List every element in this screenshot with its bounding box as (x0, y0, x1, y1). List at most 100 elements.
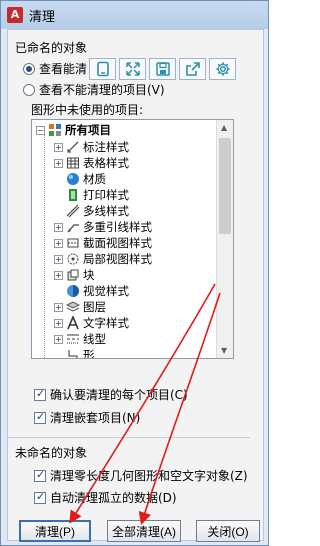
tree-item-label: 图层 (83, 300, 106, 314)
dimension-style-icon (66, 140, 80, 154)
tree-item-label: 视觉样式 (83, 284, 129, 298)
checkbox-indicator[interactable] (34, 410, 46, 424)
tree-item-section-view-styles[interactable]: + 截面视图样式 (54, 235, 152, 251)
tree-item-dimension-styles[interactable]: + 标注样式 (54, 139, 129, 155)
tree-item-table-styles[interactable]: + 表格样式 (54, 155, 129, 171)
mleader-style-icon (66, 220, 80, 234)
purge-zero-geometry-label: 清理零长度几何图形和空文字对象(Z) (50, 469, 248, 483)
tree-label: 图形中未使用的项目: (31, 103, 144, 117)
tree-item-blocks[interactable]: + 块 (54, 267, 95, 283)
save-button[interactable] (149, 58, 176, 80)
expand-icon[interactable]: + (54, 254, 63, 264)
tree-item-label: 线型 (83, 332, 106, 346)
tree-toolbar (89, 58, 236, 80)
tree-root[interactable]: − 所有项目 (36, 122, 111, 138)
material-sphere-icon (66, 172, 80, 186)
tree-item-label: 截面视图样式 (83, 236, 152, 250)
layer-icon (65, 300, 81, 314)
tree-item-print-styles[interactable]: 打印样式 (66, 187, 129, 203)
close-button[interactable]: 关闭(O) (196, 520, 260, 542)
expand-all-button[interactable] (119, 58, 146, 80)
expand-icon[interactable]: + (54, 142, 63, 152)
window-title: 清理 (29, 9, 56, 25)
named-objects-group-label: 已命名的对象 (15, 41, 88, 55)
expand-icon[interactable]: + (54, 318, 63, 328)
multiline-style-icon (66, 204, 80, 218)
tree-item-detail-view-styles[interactable]: + 局部视图样式 (54, 251, 152, 267)
settings-gear-icon (216, 62, 229, 76)
view-unpurgeable-label: 查看不能清理的项目(V) (39, 83, 165, 97)
detail-view-style-icon (66, 252, 80, 266)
expand-icon[interactable]: + (54, 222, 63, 232)
checkbox-indicator[interactable] (34, 468, 46, 482)
checkbox-indicator[interactable] (34, 490, 46, 504)
tree-item-materials[interactable]: 材质 (66, 171, 106, 187)
tree-item-mleader-styles[interactable]: + 多重引线样式 (54, 219, 152, 235)
expand-icon[interactable]: + (54, 302, 63, 312)
block-icon (66, 268, 80, 282)
tree-item-shapes[interactable]: 形 (66, 347, 95, 359)
expand-icon[interactable]: + (54, 158, 63, 168)
auto-purge-orphan-label: 自动清理孤立的数据(D) (50, 491, 177, 505)
tree-item-text-styles[interactable]: + 文字样式 (54, 314, 129, 331)
purge-all-button[interactable]: 全部清理(A) (107, 520, 181, 542)
section-divider (7, 437, 250, 438)
purge-tree[interactable]: − 所有项目 + 标注样式 + 表格样式 材质 打印样式 多线样式 + 多重引线… (31, 119, 234, 359)
table-style-icon (66, 156, 80, 170)
collapse-icon[interactable]: − (36, 125, 45, 135)
expand-icon[interactable]: + (54, 270, 63, 280)
tree-item-label: 材质 (83, 172, 106, 186)
tree-item-linetypes[interactable]: + 线型 (54, 331, 106, 347)
text-style-icon (66, 314, 80, 330)
unnamed-objects-group-label: 未命名的对象 (15, 446, 88, 460)
title-bar[interactable]: A 清理 (1, 1, 268, 29)
export-icon (185, 62, 200, 76)
tablet-view-button[interactable] (89, 58, 116, 80)
view-purgeable-label: 查看能清 (39, 62, 88, 76)
confirm-each-checkbox[interactable]: 确认要清理的每个项目(C) (34, 386, 188, 403)
export-button[interactable] (179, 58, 206, 80)
tree-item-label: 标注样式 (83, 140, 129, 154)
tree-item-label: 表格样式 (83, 156, 129, 170)
tree-connector (44, 134, 45, 358)
view-purgeable-radio[interactable]: 查看能清 (23, 60, 87, 77)
scroll-down-icon[interactable]: ▼ (221, 346, 227, 355)
visual-style-icon (66, 284, 80, 298)
confirm-each-label: 确认要清理的每个项目(C) (50, 388, 188, 402)
tree-item-label: 多线样式 (83, 204, 129, 218)
scrollbar-thumb[interactable] (219, 138, 231, 234)
expand-icon[interactable]: + (54, 334, 63, 344)
settings-button[interactable] (209, 58, 236, 80)
print-style-icon (66, 188, 80, 202)
purge-zero-geometry-checkbox[interactable]: 清理零长度几何图形和空文字对象(Z) (34, 467, 248, 484)
checkbox-indicator[interactable] (34, 387, 46, 401)
purge-dialog: A 清理 已命名的对象 查看能清 查看不能清理的项目(V) 图形中未使用的项目: (0, 0, 269, 546)
radio-indicator[interactable] (23, 62, 35, 75)
tree-item-label: 形 (83, 348, 95, 359)
autocad-app-icon: A (7, 7, 23, 23)
purge-nested-checkbox[interactable]: 清理嵌套项目(N) (34, 409, 140, 426)
tree-item-layers[interactable]: + 图层 (54, 299, 106, 315)
shape-icon (66, 348, 80, 358)
purge-nested-label: 清理嵌套项目(N) (50, 411, 141, 425)
tree-item-multiline-styles[interactable]: 多线样式 (66, 203, 129, 219)
expand-icon[interactable]: + (54, 238, 63, 248)
radio-indicator[interactable] (23, 83, 35, 96)
tree-item-label: 文字样式 (83, 316, 129, 330)
purge-button[interactable]: 清理(P) (19, 520, 91, 542)
view-unpurgeable-radio[interactable]: 查看不能清理的项目(V) (23, 81, 165, 98)
expand-arrows-icon (125, 62, 140, 76)
tablet-view-icon (96, 61, 109, 77)
tree-item-label: 局部视图样式 (83, 252, 152, 266)
scroll-up-icon[interactable]: ▲ (221, 123, 227, 132)
tree-root-label: 所有项目 (65, 123, 111, 137)
auto-purge-orphan-checkbox[interactable]: 自动清理孤立的数据(D) (34, 489, 177, 506)
save-icon (155, 62, 170, 76)
section-view-style-icon (66, 236, 80, 250)
tree-item-label: 块 (83, 268, 95, 282)
all-items-icon (48, 123, 62, 137)
linetype-icon (66, 332, 80, 346)
tree-item-visual-styles[interactable]: 视觉样式 (66, 283, 129, 299)
tree-item-label: 多重引线样式 (83, 220, 152, 234)
tree-vertical-scrollbar[interactable]: ▲ ▼ (216, 120, 233, 358)
